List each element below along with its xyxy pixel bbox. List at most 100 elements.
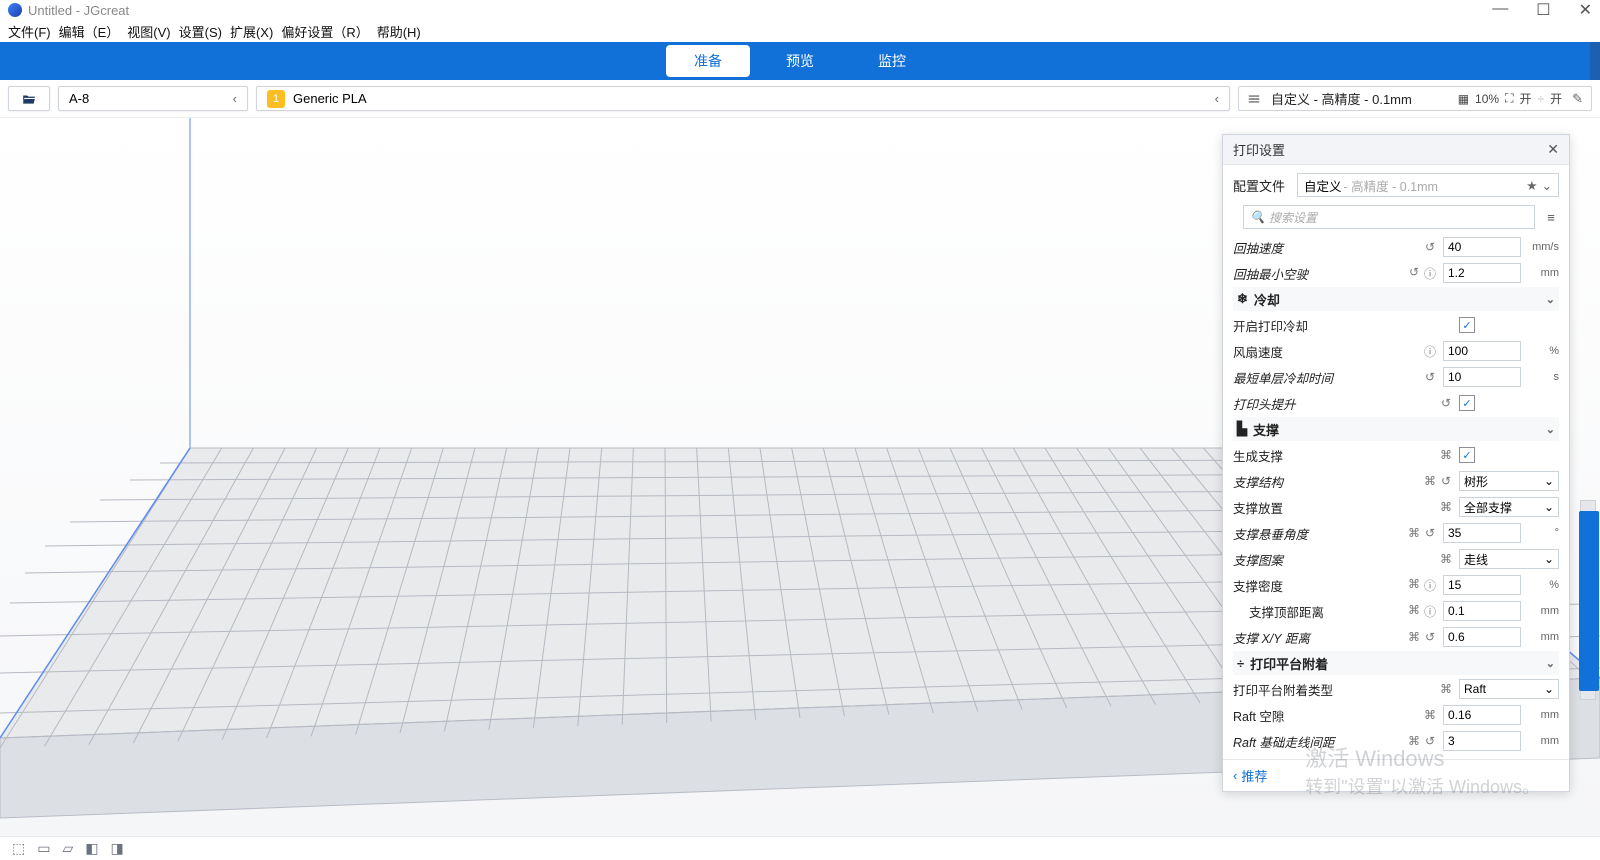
setting-support-top-dist-input[interactable]: 0.1 (1443, 601, 1521, 621)
layers-icon (1247, 92, 1261, 106)
reset-icon[interactable]: ↺ (1423, 734, 1437, 748)
link-icon[interactable]: ⌘ (1407, 577, 1421, 594)
info-icon[interactable]: ⓘ (1423, 265, 1437, 282)
summary-metrics: ▦ 10% ⛶ 开 ÷ 开 (1458, 90, 1562, 107)
minimize-button[interactable]: — (1492, 0, 1508, 20)
setting-raft-gap-input[interactable]: 0.16 (1443, 705, 1521, 725)
setting-fan-speed-input[interactable]: 100 (1443, 341, 1521, 361)
menu-view[interactable]: 视图(V) (127, 22, 170, 41)
link-icon[interactable]: ⌘ (1423, 474, 1437, 488)
setting-support-top-dist-label: 支撑顶部距离 (1233, 602, 1401, 621)
profile-dropdown[interactable]: 自定义 - 高精度 - 0.1mm ★ ⌄ (1297, 173, 1559, 197)
setting-support-struct-select[interactable]: 树形⌄ (1459, 471, 1559, 491)
setting-enable-cooling-checkbox[interactable]: ✓ (1459, 317, 1559, 333)
setting-gen-support-checkbox[interactable]: ✓ (1459, 447, 1559, 463)
favorite-icon[interactable]: ★ (1526, 178, 1537, 193)
view-right-icon[interactable]: ◨ (110, 840, 123, 857)
setting-raft-base-line-input[interactable]: 3 (1443, 731, 1521, 751)
chevron-left-icon: ‹ (233, 91, 237, 106)
snowflake-icon: ❄ (1237, 291, 1248, 307)
edit-profile-icon[interactable]: ✎ (1572, 91, 1583, 107)
settings-search-input[interactable]: 🔍 搜索设置 (1243, 205, 1535, 229)
setting-support-pattern-select[interactable]: 走线⌄ (1459, 549, 1559, 569)
menu-help[interactable]: 帮助(H) (377, 22, 421, 41)
reset-icon[interactable]: ↺ (1423, 526, 1437, 540)
menu-preferences[interactable]: 偏好设置（R） (281, 22, 368, 41)
open-file-button[interactable] (8, 86, 50, 111)
link-icon[interactable]: ⌘ (1439, 500, 1453, 514)
section-adhesion[interactable]: ÷打印平台附着⌄ (1233, 651, 1559, 675)
view-front-icon[interactable]: ▭ (37, 840, 50, 857)
setting-retract-min-travel-input[interactable]: 1.2 (1443, 263, 1521, 283)
section-support[interactable]: ▙支撑⌄ (1233, 417, 1559, 441)
view-top-icon[interactable]: ▱ (62, 840, 73, 857)
printer-selector[interactable]: A-8 ‹ (58, 86, 248, 111)
tab-preview[interactable]: 预览 (758, 45, 842, 77)
view-toolbar: ⬚ ▭ ▱ ◧ ◨ (0, 836, 1600, 860)
menu-settings[interactable]: 设置(S) (179, 22, 222, 41)
reset-icon[interactable]: ↺ (1423, 630, 1437, 644)
tab-prepare[interactable]: 准备 (666, 45, 750, 77)
link-icon[interactable]: ⌘ (1439, 552, 1453, 566)
setting-retract-speed-input[interactable]: 40 (1443, 237, 1521, 257)
section-cooling[interactable]: ❄冷却⌄ (1233, 287, 1559, 311)
reset-icon[interactable]: ↺ (1439, 396, 1453, 410)
print-profile-summary[interactable]: 自定义 - 高精度 - 0.1mm ▦ 10% ⛶ 开 ÷ 开 ✎ (1238, 86, 1592, 111)
setting-min-layer-time-input[interactable]: 10 (1443, 367, 1521, 387)
chevron-down-icon: ⌄ (1544, 474, 1554, 488)
setting-support-place-select[interactable]: 全部支撑⌄ (1459, 497, 1559, 517)
panel-header: 打印设置 ✕ (1223, 135, 1569, 165)
chevron-down-icon: ⌄ (1544, 552, 1554, 566)
view-left-icon[interactable]: ◧ (85, 840, 98, 857)
link-icon[interactable]: ⌘ (1407, 630, 1421, 644)
menu-file[interactable]: 文件(F) (8, 22, 51, 41)
menubar: 文件(F) 编辑（E） 视图(V) 设置(S) 扩展(X) 偏好设置（R） 帮助… (0, 20, 1600, 42)
chevron-down-icon: ⌄ (1544, 682, 1554, 696)
printer-name: A-8 (69, 91, 89, 106)
window-title: Untitled - JGcreat (28, 3, 129, 18)
reset-icon[interactable]: ↺ (1423, 240, 1437, 254)
reset-icon[interactable]: ↺ (1439, 474, 1453, 488)
setting-support-struct-label: 支撑结构 (1233, 472, 1417, 491)
layer-slider[interactable] (1580, 500, 1596, 700)
link-icon[interactable]: ⌘ (1407, 526, 1421, 540)
setting-support-density-input[interactable]: 15 (1443, 575, 1521, 595)
link-icon[interactable]: ⌘ (1407, 603, 1421, 620)
folder-open-icon (22, 92, 36, 106)
support-icon: ⛶ (1505, 91, 1513, 106)
settings-menu-icon[interactable]: ≡ (1543, 210, 1559, 225)
link-icon[interactable]: ⌘ (1439, 448, 1453, 462)
setting-support-angle-input[interactable]: 35 (1443, 523, 1521, 543)
info-icon[interactable]: ⓘ (1423, 343, 1437, 360)
profile-dim-text: - 高精度 - 0.1mm (1344, 176, 1438, 195)
window-titlebar: Untitled - JGcreat — ☐ ✕ (0, 0, 1600, 20)
search-placeholder: 搜索设置 (1269, 209, 1317, 226)
chevron-left-icon: ‹ (1215, 91, 1219, 106)
setting-support-xy-input[interactable]: 0.6 (1443, 627, 1521, 647)
link-icon[interactable]: ⌘ (1423, 708, 1437, 722)
recommend-button[interactable]: ‹推荐 (1233, 766, 1267, 785)
info-icon[interactable]: ⓘ (1423, 577, 1437, 594)
support-value: 开 (1519, 90, 1531, 107)
panel-close-button[interactable]: ✕ (1547, 141, 1559, 158)
layer-slider-thumb[interactable] (1579, 511, 1599, 691)
print-settings-panel: 打印设置 ✕ 配置文件 自定义 - 高精度 - 0.1mm ★ ⌄ 🔍 搜索设置… (1222, 134, 1570, 792)
link-icon[interactable]: ⌘ (1407, 734, 1421, 748)
extruder-badge-icon: 1 (267, 90, 285, 108)
menu-edit[interactable]: 编辑（E） (59, 22, 120, 41)
maximize-button[interactable]: ☐ (1536, 0, 1550, 20)
material-selector[interactable]: 1 Generic PLA ‹ (256, 86, 1230, 111)
reset-icon[interactable]: ↺ (1407, 265, 1421, 282)
info-icon[interactable]: ⓘ (1423, 603, 1437, 620)
stage-tab-bar: 准备 预览 监控 (0, 42, 1600, 80)
tab-monitor[interactable]: 监控 (850, 45, 934, 77)
setting-head-lift-checkbox[interactable]: ✓ (1459, 395, 1559, 411)
setting-enable-cooling-label: 开启打印冷却 (1233, 316, 1453, 335)
menu-extensions[interactable]: 扩展(X) (230, 22, 273, 41)
close-button[interactable]: ✕ (1579, 0, 1592, 20)
link-icon[interactable]: ⌘ (1439, 682, 1453, 696)
setting-adhesion-type-select[interactable]: Raft⌄ (1459, 679, 1559, 699)
view-3d-icon[interactable]: ⬚ (12, 840, 25, 857)
reset-icon[interactable]: ↺ (1423, 370, 1437, 384)
adhesion-icon: ÷ (1237, 656, 1244, 671)
